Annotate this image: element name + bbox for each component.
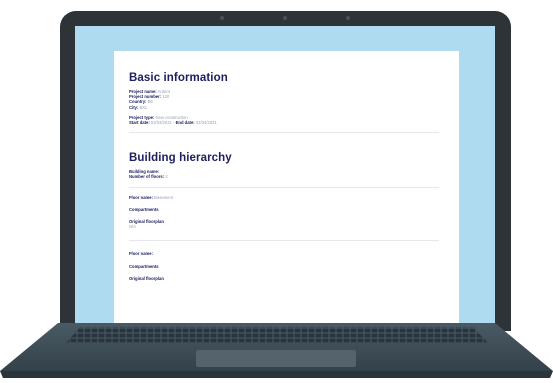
- end-date-value: 02/04/2021: [195, 120, 217, 126]
- compartments-label: Compartments: [129, 263, 159, 269]
- floor-name-row: Floor name:: [129, 251, 439, 256]
- basic-information-heading: Basic information: [129, 72, 228, 84]
- start-date-label: Start date:: [129, 120, 150, 126]
- compartments-label: Compartments: [129, 206, 159, 212]
- compartments-block: Compartments: [129, 207, 439, 212]
- building-hierarchy-heading: Building hierarchy: [129, 152, 232, 165]
- floor-block: Floor name: Basement: [129, 195, 439, 200]
- floor-name-label: Floor name:: [129, 194, 153, 200]
- start-date-value: 02/03/2021: [150, 120, 172, 126]
- project-number-value: 120: [162, 94, 170, 100]
- laptop-keyboard-deck: [0, 323, 553, 378]
- floor-block: Floor name:: [129, 251, 439, 256]
- floors-count-value: 2: [165, 174, 168, 180]
- compartments-block: Compartments: [129, 264, 439, 269]
- country-value: BE: [147, 99, 154, 105]
- floors-count-label: Number of floors:: [129, 174, 165, 180]
- floor-divider: [129, 240, 439, 242]
- city-label: City:: [129, 104, 139, 110]
- camera-icon: [283, 16, 287, 20]
- floors-count-row: Number of floors: 2: [129, 174, 439, 179]
- floorplan-label: Original floorplan: [129, 275, 164, 281]
- document-content: Basic information Project name: Ardent P…: [129, 72, 439, 288]
- floorplan-block: Original floorplan N/A: [129, 219, 439, 229]
- end-date-label: End date:: [175, 120, 195, 126]
- trackpad: [196, 350, 356, 367]
- floorplan-block: Original floorplan: [129, 276, 439, 281]
- sensor-dot: [346, 16, 350, 20]
- floor-name-value: Basement: [154, 194, 173, 200]
- dates-row: Start date: 02/03/2021 - End date: 02/04…: [129, 120, 217, 126]
- section-divider: [129, 132, 439, 134]
- document-page[interactable]: Basic information Project name: Ardent P…: [114, 51, 459, 324]
- sensor-dot: [220, 16, 224, 20]
- city-value: BXL: [139, 104, 148, 110]
- floor-name-label: Floor name:: [129, 251, 153, 257]
- floor-divider: [129, 186, 439, 188]
- floorplan-value: N/A: [129, 224, 136, 230]
- laptop-screen: Basic information Project name: Ardent P…: [75, 26, 495, 324]
- floor-name-row: Floor name: Basement: [129, 195, 439, 200]
